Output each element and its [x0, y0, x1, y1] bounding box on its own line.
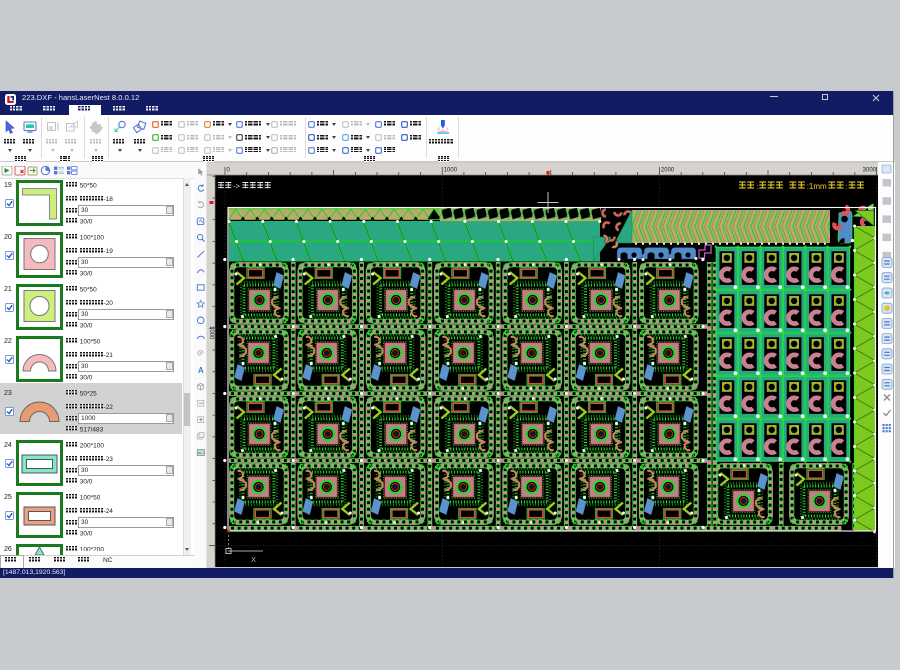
svg-text:->: ->: [233, 182, 240, 191]
svg-text:1000: 1000: [208, 326, 214, 340]
svg-text::: :: [756, 182, 758, 191]
svg-text::: :: [846, 182, 848, 191]
svg-text:A: A: [198, 366, 204, 375]
svg-text:1000: 1000: [444, 168, 458, 174]
svg-text:3000: 3000: [863, 168, 877, 174]
svg-text:2000: 2000: [661, 168, 675, 174]
svg-text::1mm: :1mm: [807, 182, 827, 191]
svg-text:X: X: [251, 555, 256, 564]
